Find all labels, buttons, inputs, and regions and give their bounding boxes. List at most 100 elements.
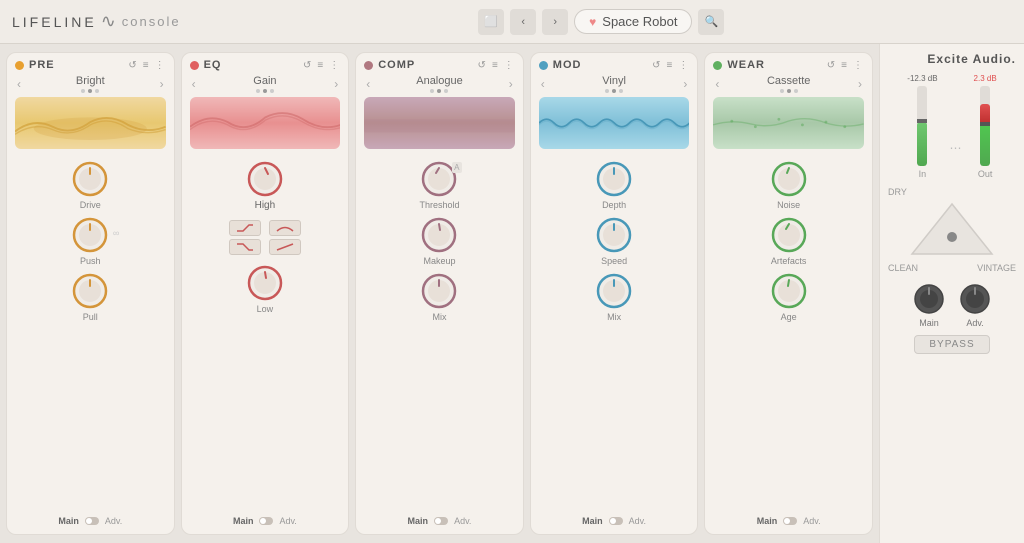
- prev-preset-button[interactable]: ‹: [510, 9, 536, 35]
- module-wear-next[interactable]: ›: [856, 77, 864, 91]
- module-wear-age-label: Age: [781, 312, 797, 322]
- right-knob-adv[interactable]: [958, 282, 992, 316]
- module-mod-footer: Main Adv.: [539, 512, 690, 526]
- triangle-area[interactable]: [888, 199, 1016, 259]
- eq-shape-lowshelf[interactable]: [229, 239, 261, 255]
- chevron-left-icon: ‹: [521, 16, 525, 28]
- module-comp-mix-knob-container: Mix: [420, 272, 458, 322]
- module-mod-adv-tab[interactable]: Adv.: [629, 516, 646, 526]
- eq-shape-slope[interactable]: [269, 239, 301, 255]
- module-wear-controls: ↺ ≡ ⋮: [826, 60, 864, 71]
- module-eq-toggle[interactable]: [259, 517, 273, 525]
- module-wear-settings[interactable]: ≡: [840, 60, 848, 71]
- dry-label: DRY: [888, 187, 907, 197]
- module-mod-label: MOD: [553, 59, 582, 71]
- module-eq-next[interactable]: ›: [332, 77, 340, 91]
- module-mod-next[interactable]: ›: [681, 77, 689, 91]
- module-pre-push-knob[interactable]: [71, 216, 109, 254]
- module-comp-threshold-label: Threshold: [419, 200, 459, 210]
- module-pre-adv-tab[interactable]: Adv.: [105, 516, 122, 526]
- preset-dot: [256, 89, 260, 93]
- module-mod-speed-knob[interactable]: [595, 216, 633, 254]
- module-eq-main-tab[interactable]: Main: [233, 516, 254, 526]
- module-comp-waveform: [364, 97, 515, 149]
- module-comp-settings[interactable]: ≡: [491, 60, 499, 71]
- module-mod-dot: [539, 61, 548, 70]
- right-panel: Excite Audio. -12.3 dB In ⋯ 2.3 dB: [879, 44, 1024, 543]
- module-eq-undo[interactable]: ↺: [302, 60, 312, 71]
- module-mod: MOD ↺ ≡ ⋮ ‹ Vinyl ›: [530, 52, 699, 535]
- module-mod-mix-label: Mix: [607, 312, 621, 322]
- module-mod-controls: ↺ ≡ ⋮: [651, 60, 689, 71]
- module-pre-settings[interactable]: ≡: [142, 60, 150, 71]
- module-comp-main-tab[interactable]: Main: [408, 516, 429, 526]
- eq-shape-highshelf[interactable]: [229, 220, 261, 236]
- next-preset-button[interactable]: ›: [542, 9, 568, 35]
- save-button[interactable]: ⬜: [478, 9, 504, 35]
- eq-shapes-col2: [269, 220, 301, 255]
- module-wear-noise-knob[interactable]: [770, 160, 808, 198]
- module-pre-drive-label: Drive: [80, 200, 101, 210]
- module-comp-undo[interactable]: ↺: [477, 60, 487, 71]
- module-eq-high-knob[interactable]: [246, 160, 284, 198]
- module-comp-next[interactable]: ›: [507, 77, 515, 91]
- module-pre-prev[interactable]: ‹: [15, 77, 23, 91]
- module-pre-main-tab[interactable]: Main: [58, 516, 79, 526]
- right-knob-main[interactable]: [912, 282, 946, 316]
- module-pre-undo[interactable]: ↺: [127, 60, 137, 71]
- module-eq-low-knob[interactable]: [246, 264, 284, 302]
- link-icon: ∞: [113, 228, 119, 238]
- module-pre-next[interactable]: ›: [158, 77, 166, 91]
- module-mod-depth-knob[interactable]: [595, 160, 633, 198]
- module-mod-settings[interactable]: ≡: [666, 60, 674, 71]
- search-button[interactable]: 🔍: [698, 9, 724, 35]
- module-pre-preset-dots: [81, 89, 99, 93]
- module-comp-adv-tab[interactable]: Adv.: [454, 516, 471, 526]
- module-pre-pull-knob[interactable]: [71, 272, 109, 310]
- module-pre-toggle[interactable]: [85, 517, 99, 525]
- module-wear-prev[interactable]: ‹: [713, 77, 721, 91]
- eq-shape-bell1[interactable]: [269, 220, 301, 236]
- module-comp-mix-knob[interactable]: [420, 272, 458, 310]
- module-comp-title-row: COMP: [364, 59, 415, 71]
- module-mod-waveform: [539, 97, 690, 149]
- module-wear-main-tab[interactable]: Main: [757, 516, 778, 526]
- modules-area: PRE ↺ ≡ ⋮ ‹ Bright ›: [0, 44, 879, 543]
- module-mod-undo[interactable]: ↺: [651, 60, 661, 71]
- input-meter-slider[interactable]: [917, 119, 927, 123]
- module-pre-info[interactable]: ⋮: [154, 60, 166, 71]
- preset-dot: [81, 89, 85, 93]
- module-wear-info[interactable]: ⋮: [852, 60, 864, 71]
- module-pre-pull-label: Pull: [83, 312, 98, 322]
- module-eq-info[interactable]: ⋮: [328, 60, 340, 71]
- module-eq-prev[interactable]: ‹: [190, 77, 198, 91]
- module-wear-artefacts-knob[interactable]: [770, 216, 808, 254]
- module-comp-makeup-knob[interactable]: [420, 216, 458, 254]
- module-wear-adv-tab[interactable]: Adv.: [803, 516, 820, 526]
- module-wear-toggle[interactable]: [783, 517, 797, 525]
- module-comp-makeup-knob-container: Makeup: [420, 216, 458, 266]
- module-mod-prev[interactable]: ‹: [539, 77, 547, 91]
- module-comp-prev[interactable]: ‹: [364, 77, 372, 91]
- module-mod-main-tab[interactable]: Main: [582, 516, 603, 526]
- module-pre-drive-knob[interactable]: [71, 160, 109, 198]
- module-eq-controls: ↺ ≡ ⋮: [302, 60, 340, 71]
- module-wear-undo[interactable]: ↺: [826, 60, 836, 71]
- module-eq-adv-tab[interactable]: Adv.: [279, 516, 296, 526]
- module-comp: COMP ↺ ≡ ⋮ ‹ Analogue ›: [355, 52, 524, 535]
- module-mod-mix-knob[interactable]: [595, 272, 633, 310]
- module-mod-title-row: MOD: [539, 59, 582, 71]
- module-comp-toggle[interactable]: [434, 517, 448, 525]
- preset-dot: [444, 89, 448, 93]
- dry-triangle-svg[interactable]: [907, 199, 997, 259]
- module-comp-info[interactable]: ⋮: [503, 60, 515, 71]
- module-eq-settings[interactable]: ≡: [316, 60, 324, 71]
- eq-shapes-col1: [229, 220, 261, 255]
- module-wear-age-knob[interactable]: [770, 272, 808, 310]
- module-comp-preset-dots: [430, 89, 448, 93]
- bypass-button[interactable]: BYPASS: [914, 335, 989, 354]
- module-mod-mix-knob-container: Mix: [595, 272, 633, 322]
- module-mod-info[interactable]: ⋮: [677, 60, 689, 71]
- output-meter-slider[interactable]: [980, 122, 990, 126]
- module-mod-toggle[interactable]: [609, 517, 623, 525]
